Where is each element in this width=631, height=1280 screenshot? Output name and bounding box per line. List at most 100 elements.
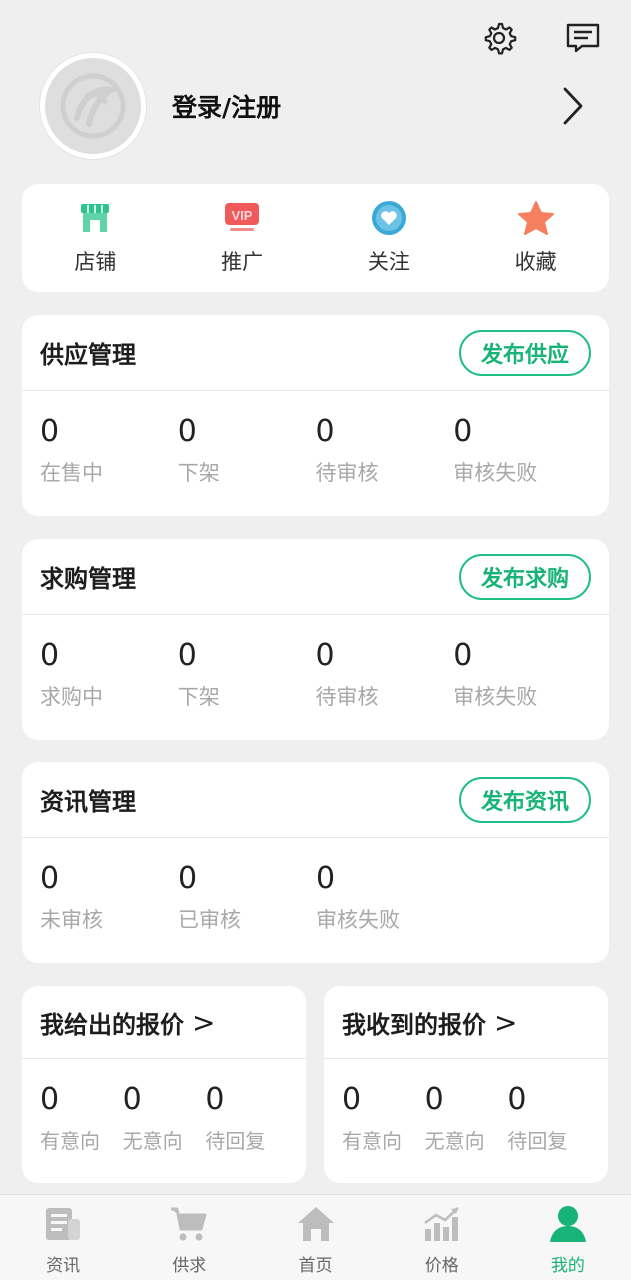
stat-label: 未审核 [40,908,103,932]
stat-pending[interactable]: 0 待审核 [316,415,454,487]
card-header: 供应管理 发布供应 [22,315,609,391]
quotes-received-card: 我收到的报价 > 0 有意向 0 无意向 0 待回复 [324,986,608,1183]
stat-value: 0 [178,861,198,896]
tab-price[interactable]: 价格 [379,1195,505,1280]
stat-label: 有意向 [40,1129,100,1153]
quick-action-promote[interactable]: VIP 推广 [169,184,316,292]
stat-pending[interactable]: 0 待审核 [316,639,454,711]
tab-home[interactable]: 首页 [252,1195,378,1280]
stat-label: 无意向 [122,1129,183,1153]
stat-rejected[interactable]: 0 审核失败 [453,639,591,711]
stat-value: 0 [315,414,335,449]
star-icon [516,198,556,238]
stat-delisted[interactable]: 0 下架 [178,639,316,711]
publish-demand-button[interactable]: 发布求购 [458,553,591,600]
quick-action-follow[interactable]: 关注 [316,184,463,292]
chevron-right-icon: > [494,1005,518,1039]
stat-value: 0 [40,414,60,449]
stat-value: 0 [177,414,197,449]
cart-icon [168,1203,210,1245]
news-management-card: 资讯管理 发布资讯 0 未审核 0 已审核 0 审核失败 [22,762,609,963]
stats-row: 0 未审核 0 已审核 0 审核失败 [22,838,609,934]
tab-label: 资讯 [46,1256,81,1276]
quotes-given-card: 我给出的报价 > 0 有意向 0 无意向 0 待回复 [22,986,306,1183]
stat-rejected[interactable]: 0 审核失败 [316,862,454,934]
price-chart-icon [421,1203,463,1245]
stat-label: 求购中 [40,685,103,709]
stat-delisted[interactable]: 0 下架 [178,415,316,487]
stats-row: 0 求购中 0 下架 0 待审核 0 审核失败 [22,615,609,711]
home-icon [295,1203,337,1245]
demand-management-card: 求购管理 发布求购 0 求购中 0 下架 0 待审核 0 审核失败 [22,539,609,740]
card-title: 我收到的报价 [342,1010,486,1039]
stat-value: 0 [40,861,60,896]
stat-awaiting-reply[interactable]: 0 待回复 [507,1083,590,1154]
card-title: 供应管理 [40,341,136,369]
store-icon [75,198,115,238]
quick-action-store[interactable]: 店铺 [22,184,169,292]
stat-label: 在售中 [40,461,103,485]
stat-label: 待回复 [205,1129,266,1153]
stat-label: 有意向 [342,1129,402,1153]
stat-reviewed[interactable]: 0 已审核 [178,862,316,934]
stat-value: 0 [40,1082,60,1117]
supply-management-card: 供应管理 发布供应 0 在售中 0 下架 0 待审核 0 审核失败 [22,315,609,516]
stat-label: 已审核 [178,908,241,932]
stat-not-interested[interactable]: 0 无意向 [425,1083,508,1154]
stat-label: 待审核 [315,461,379,485]
stat-label: 审核失败 [453,461,538,485]
chevron-right-icon[interactable] [555,84,591,128]
stat-value: 0 [177,638,197,673]
news-icon [42,1203,84,1245]
stat-awaiting-reply[interactable]: 0 待回复 [205,1083,288,1154]
card-title: 我给出的报价 [40,1010,184,1039]
stat-label: 待回复 [507,1129,568,1153]
quick-action-label: 店铺 [74,250,117,274]
quotes-received-header[interactable]: 我收到的报价 > [324,986,608,1059]
card-title: 求购管理 [40,565,136,593]
tab-supply-demand[interactable]: 供求 [126,1195,252,1280]
tab-label: 供求 [172,1256,207,1276]
card-title: 资讯管理 [40,788,136,816]
quick-action-favorites[interactable]: 收藏 [462,184,609,292]
quick-action-label: 收藏 [514,250,557,274]
stat-not-interested[interactable]: 0 无意向 [123,1083,206,1154]
publish-supply-button[interactable]: 发布供应 [458,329,591,376]
tab-label: 价格 [424,1256,459,1276]
quotes-given-header[interactable]: 我给出的报价 > [22,986,306,1059]
quick-action-label: 关注 [367,250,410,274]
stat-rejected[interactable]: 0 审核失败 [453,415,591,487]
stat-value: 0 [316,861,336,896]
stat-label: 审核失败 [316,908,400,932]
stat-interested[interactable]: 0 有意向 [40,1083,123,1154]
stat-on-sale[interactable]: 0 在售中 [40,415,178,487]
logo-icon [60,73,126,139]
profile-login-row[interactable]: 登录/注册 [40,52,591,160]
stats-row: 0 有意向 0 无意向 0 待回复 [22,1059,306,1154]
stat-value: 0 [342,1082,362,1117]
chevron-right-icon: > [192,1005,216,1039]
publish-news-button[interactable]: 发布资讯 [458,776,591,823]
stat-buying[interactable]: 0 求购中 [40,639,178,711]
tab-mine[interactable]: 我的 [505,1195,631,1280]
card-header: 资讯管理 发布资讯 [22,762,609,838]
stat-unreviewed[interactable]: 0 未审核 [40,862,178,934]
stats-row: 0 有意向 0 无意向 0 待回复 [324,1059,608,1154]
stat-label: 下架 [177,685,220,709]
stat-value: 0 [507,1082,527,1117]
tab-label: 首页 [298,1256,333,1276]
stat-label: 下架 [177,461,220,485]
tab-news[interactable]: 资讯 [0,1195,126,1280]
stat-value: 0 [40,638,60,673]
quick-action-label: 推广 [221,250,264,274]
heart-icon [369,198,409,238]
stat-label: 无意向 [424,1129,485,1153]
card-header: 求购管理 发布求购 [22,539,609,615]
login-register-link[interactable]: 登录/注册 [172,88,555,124]
tab-label: 我的 [550,1256,585,1276]
stat-interested[interactable]: 0 有意向 [342,1083,425,1154]
stat-label: 审核失败 [453,685,538,709]
stat-value: 0 [315,638,335,673]
avatar[interactable] [40,53,146,159]
vip-icon: VIP [222,198,262,238]
